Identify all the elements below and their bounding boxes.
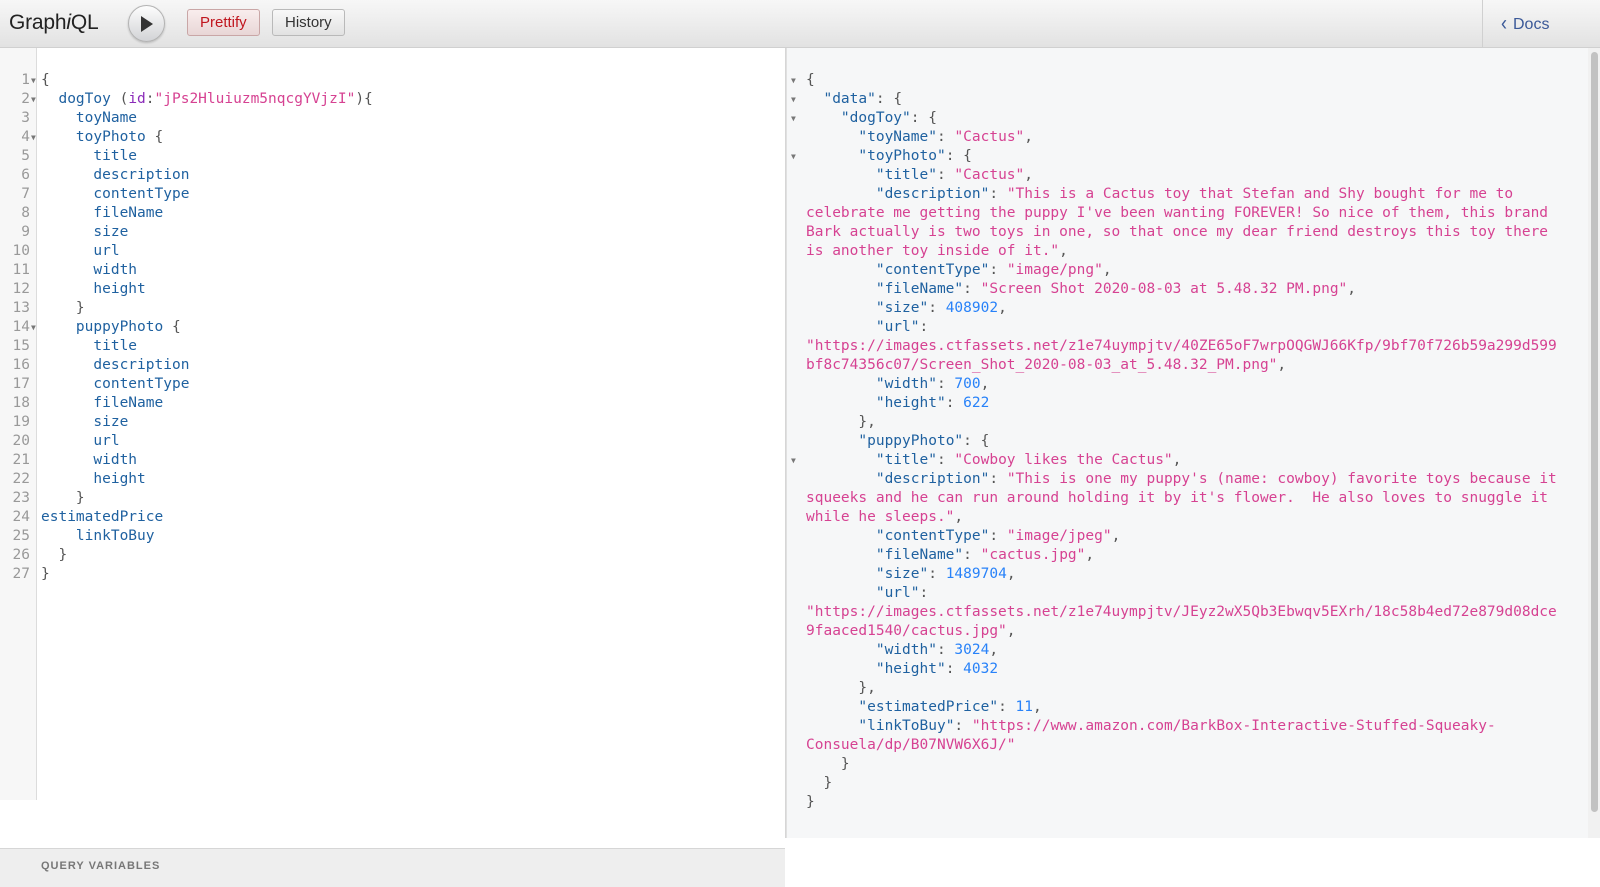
graphiql-logo: GraphiQL — [9, 11, 99, 34]
fold-arrow-icon[interactable]: ▼ — [791, 71, 801, 90]
line-number: 15 — [12, 338, 30, 354]
toolbar: GraphiQL Prettify History ‹ Docs — [0, 0, 1600, 48]
fold-arrow-icon[interactable]: ▼ — [791, 90, 801, 109]
execute-query-button[interactable] — [128, 5, 165, 42]
result-scrollbar[interactable] — [1588, 48, 1600, 838]
history-button[interactable]: History — [272, 9, 345, 36]
line-number: 10 — [12, 243, 30, 259]
docs-label: Docs — [1513, 16, 1550, 33]
line-number: 16 — [12, 357, 30, 373]
line-number: 25 — [12, 528, 30, 544]
fold-arrow-icon[interactable]: ▼ — [31, 128, 36, 147]
line-number: 2 ▼ — [21, 91, 36, 107]
query-code[interactable]: { dogToy (id:"jPs2Hluiuzm5nqcgYVjzI"){ t… — [41, 71, 373, 584]
line-number: 8 — [21, 205, 30, 221]
docs-button[interactable]: ‹ Docs — [1501, 10, 1550, 35]
line-number: 1 ▼ — [21, 72, 36, 88]
line-number: 24 — [12, 509, 30, 525]
play-icon — [141, 16, 153, 32]
line-number: 12 — [12, 281, 30, 297]
line-number: 18 — [12, 395, 30, 411]
result-json: { "data": { "dogToy": { "toyName": "Cact… — [806, 72, 1557, 810]
line-number: 26 — [12, 547, 30, 563]
fold-arrow-icon[interactable]: ▼ — [791, 109, 801, 128]
line-number: 21 — [12, 452, 30, 468]
line-number: 7 — [21, 186, 30, 202]
result-fold-markers: ▼ ▼ ▼ ▼ ▼ — [791, 71, 801, 470]
line-number: 19 — [12, 414, 30, 430]
line-number: 6 — [21, 167, 30, 183]
line-number: 17 — [12, 376, 30, 392]
line-number: 23 — [12, 490, 30, 506]
prettify-button[interactable]: Prettify — [187, 9, 260, 36]
line-number: 3 — [21, 110, 30, 126]
line-number: 14 ▼ — [12, 319, 36, 335]
line-number: 27 — [12, 566, 30, 582]
fold-arrow-icon[interactable]: ▼ — [791, 451, 801, 470]
fold-arrow-icon[interactable]: ▼ — [791, 147, 801, 166]
query-editor[interactable]: 1 ▼ 2 ▼ 3 4 ▼ 5 6 7 8 9 10 11 12 13 14 ▼ 15 16 17 18 19 20 21 22 2… — [0, 48, 786, 887]
query-variables-bar[interactable]: QUERY VARIABLES — [0, 848, 785, 887]
line-number: 9 — [21, 224, 30, 240]
docs-area: ‹ Docs — [1482, 0, 1600, 47]
line-number: 20 — [12, 433, 30, 449]
line-number: 13 — [12, 300, 30, 316]
query-id-value: jPs2Hluiuzm5nqcgYVjzI — [163, 91, 347, 107]
line-number: 22 — [12, 471, 30, 487]
line-number: 5 — [21, 148, 30, 164]
scroll-thumb[interactable] — [1591, 52, 1598, 812]
fold-arrow-icon[interactable]: ▼ — [31, 71, 36, 90]
fold-arrow-icon[interactable]: ▼ — [31, 318, 36, 337]
result-viewer: ▼ ▼ ▼ ▼ ▼ { "data": { "dogToy": { "toyName":… — [786, 48, 1600, 838]
line-number: 11 — [12, 262, 30, 278]
line-number: 4 ▼ — [21, 129, 36, 145]
query-variables-title: QUERY VARIABLES — [41, 860, 161, 872]
line-numbers: 1 ▼ 2 ▼ 3 4 ▼ 5 6 7 8 9 10 11 12 13 14 ▼ 15 16 17 18 19 20 21 22 2… — [0, 71, 36, 584]
chevron-left-icon: ‹ — [1501, 10, 1507, 35]
fold-arrow-icon[interactable]: ▼ — [31, 90, 36, 109]
